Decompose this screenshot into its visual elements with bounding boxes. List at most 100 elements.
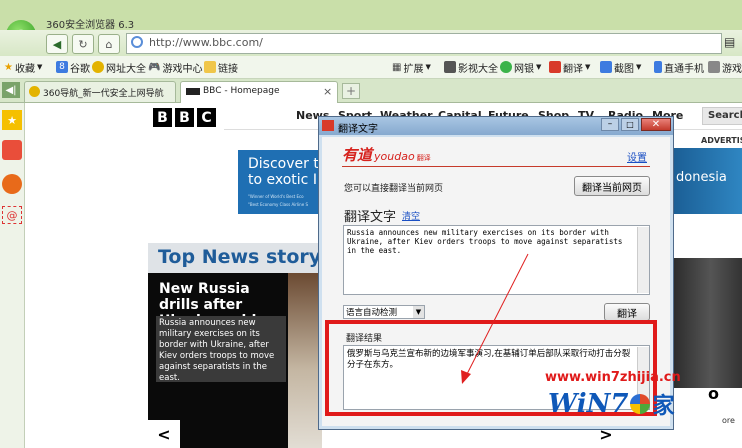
summary: Russia announces new military exercises …: [159, 318, 275, 383]
mobile-button[interactable]: 直通手机: [654, 60, 704, 75]
prev-button[interactable]: <: [148, 420, 180, 448]
settings-link[interactable]: 设置: [627, 149, 647, 164]
tab-360-nav[interactable]: 360导航_新一代安全上网导航: [24, 81, 176, 102]
brand-cn: 有道: [342, 146, 373, 164]
watermark-brand-2: 家: [652, 394, 675, 419]
screenshot-button[interactable]: 截图 ▼: [600, 60, 642, 75]
back-button[interactable]: ◀: [46, 34, 68, 54]
more-link[interactable]: ore: [722, 416, 735, 425]
extensions-icon: ▦: [392, 61, 402, 73]
translate-button[interactable]: 翻译 ▼: [549, 60, 590, 75]
chevron-down-icon: ▼: [36, 63, 43, 71]
bbc-logo-letter: B: [175, 108, 194, 127]
dropdown-arrow-icon: ▼: [413, 306, 424, 318]
ad-banner[interactable]: Discover th to exotic In "Winner of Worl…: [238, 150, 320, 214]
sidebar-toggle-button[interactable]: ◀|: [2, 82, 20, 98]
address-bar[interactable]: http://www.bbc.com/: [126, 33, 722, 54]
home-icon: ⌂: [105, 37, 113, 51]
ad-small-2: "Best Economy Class Airline S: [248, 202, 308, 207]
eye-icon[interactable]: [2, 174, 22, 194]
tab-bbc[interactable]: BBC - Homepage ×: [180, 81, 338, 103]
new-tab-button[interactable]: +: [342, 83, 360, 99]
translate-button[interactable]: 翻译: [604, 303, 650, 321]
dialog-app-icon: [322, 120, 334, 131]
screenshot-label: 截图: [614, 63, 634, 75]
favorites-button[interactable]: ★ 收藏 ▼: [4, 60, 43, 75]
annotation-arrow: [461, 253, 529, 384]
advertisement-label: ADVERTIS: [701, 136, 742, 145]
menu-icon[interactable]: ▤: [724, 35, 735, 49]
games-label: 游戏: [722, 63, 742, 75]
close-tab-icon[interactable]: ×: [323, 85, 332, 98]
section-title: Top News story: [158, 246, 322, 268]
folder-icon: [204, 61, 216, 73]
tab-label: BBC - Homepage: [203, 86, 280, 96]
ad-banner-right[interactable]: donesia: [674, 148, 742, 214]
watermark-brand: WiN7: [548, 389, 629, 419]
clear-link[interactable]: 清空: [402, 209, 420, 222]
close-button[interactable]: ✕: [641, 118, 671, 131]
language-select[interactable]: 语言自动检测 ▼: [343, 305, 425, 319]
phone-icon: [654, 61, 662, 73]
address-text: http://www.bbc.com/: [149, 36, 263, 49]
chevron-down-icon: ▼: [425, 63, 431, 71]
extensions-label: 扩展: [403, 63, 424, 75]
game-center-link[interactable]: 🎮 游戏中心: [148, 60, 202, 75]
google-icon: 8: [56, 61, 68, 73]
google-label: 谷歌: [70, 63, 90, 75]
url-directory-label: 网址大全: [106, 63, 146, 75]
minimize-button[interactable]: –: [601, 118, 619, 131]
news-photo[interactable]: [288, 273, 322, 448]
watermark-logo: WiN7 家: [548, 388, 675, 420]
favorites-star-icon[interactable]: ★: [2, 110, 22, 130]
translate-icon: [549, 61, 561, 73]
favorites-label: 收藏: [14, 63, 35, 75]
tab-label: 360导航_新一代安全上网导航: [43, 89, 164, 99]
mobile-label: 直通手机: [664, 63, 704, 75]
refresh-button[interactable]: ↻: [72, 34, 94, 54]
links-folder[interactable]: 链接: [204, 60, 238, 75]
window-title: 360安全浏览器 6.3: [46, 20, 135, 31]
bbc-logo-letter: C: [197, 108, 216, 127]
ad-right-text: donesia: [676, 170, 727, 185]
bbc-logo[interactable]: B B C: [153, 108, 216, 127]
search-label: Search: [708, 110, 742, 121]
extensions-button[interactable]: ▦ 扩展 ▼: [392, 60, 431, 75]
brand-en: youdao: [374, 150, 415, 163]
gamepad-icon: 🎮: [148, 61, 161, 73]
chevron-down-icon: ▼: [636, 63, 642, 71]
windows-flag-icon: [630, 394, 651, 414]
brand-sub: 翻译: [416, 154, 431, 162]
video-label: 影视大全: [458, 63, 498, 75]
right-photo[interactable]: [664, 258, 742, 388]
weibo-icon[interactable]: [2, 140, 22, 160]
star-icon: ★: [4, 61, 13, 73]
mail-at-icon[interactable]: @: [2, 206, 22, 224]
search-box[interactable]: Search: [702, 107, 742, 125]
url-directory-link[interactable]: 网址大全: [92, 60, 146, 75]
watermark-url: www.win7zhijia.cn: [545, 370, 681, 385]
tab-favicon-icon: [29, 86, 40, 97]
ad-small-1: "Winner of World's Best Eco: [248, 194, 304, 199]
links-label: 链接: [218, 63, 238, 75]
maximize-button[interactable]: □: [621, 118, 639, 131]
shield-icon: [500, 61, 512, 73]
netbank-label: 网银: [514, 63, 534, 75]
bbc-favicon-icon: [186, 88, 200, 95]
game-icon: [708, 61, 720, 73]
youdao-logo: 有道 youdao 翻译: [342, 144, 431, 165]
globe-icon: [131, 36, 143, 48]
source-scrollbar[interactable]: [637, 227, 649, 293]
translate-label: 翻译: [563, 63, 583, 75]
video-button[interactable]: 影视大全: [444, 60, 498, 75]
directory-icon: [92, 61, 104, 73]
dialog-divider: [342, 166, 650, 167]
games-button[interactable]: 游戏: [708, 60, 742, 75]
home-button[interactable]: ⌂: [98, 34, 120, 54]
section-label: 翻译文字: [344, 210, 397, 225]
netbank-button[interactable]: 网银 ▼: [500, 60, 541, 75]
google-link[interactable]: 8 谷歌: [56, 60, 90, 75]
refresh-icon: ↻: [78, 37, 88, 51]
side-text: o: [708, 384, 719, 403]
translate-page-button[interactable]: 翻译当前网页: [574, 176, 650, 196]
